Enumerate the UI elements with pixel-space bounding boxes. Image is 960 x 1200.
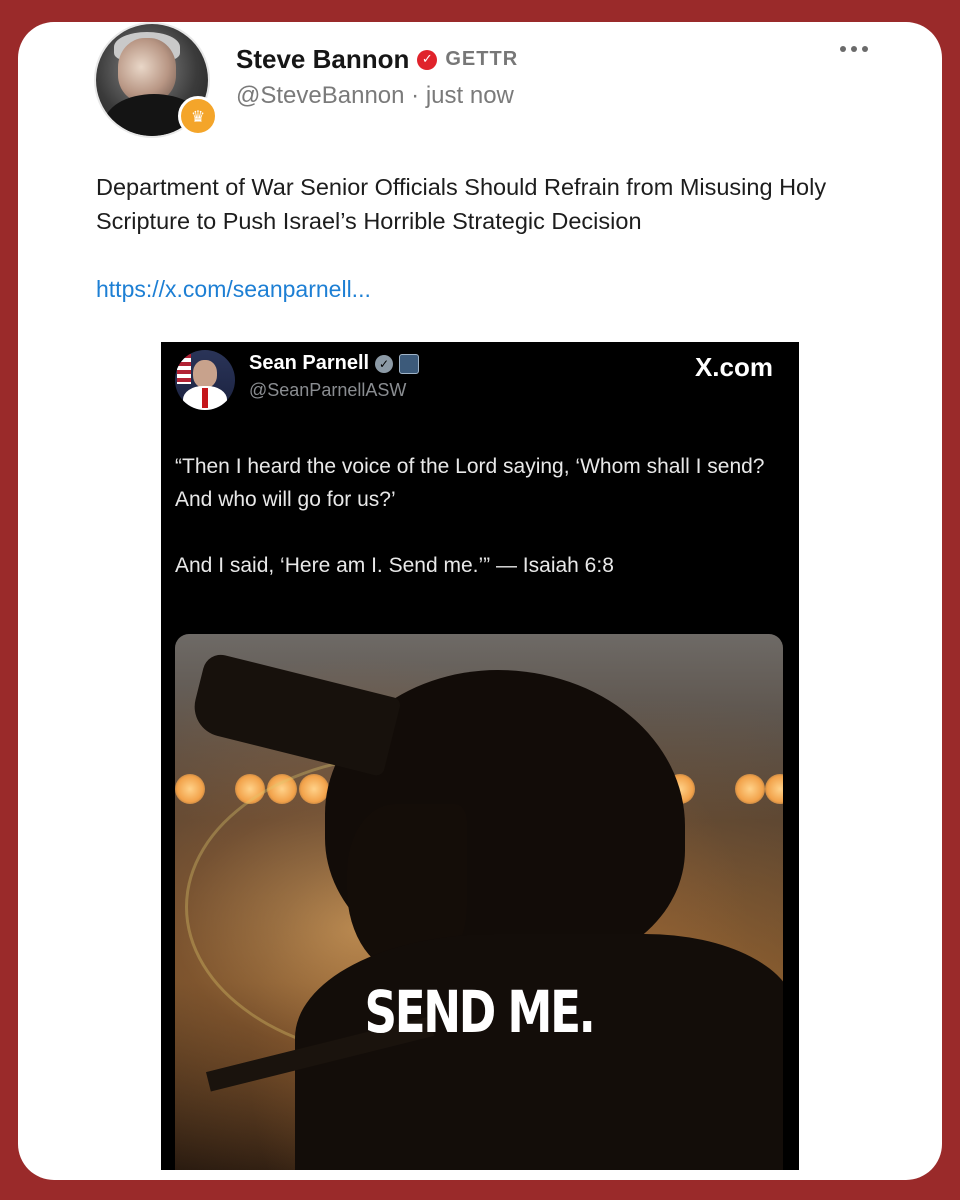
embed-quote-line2: And I said, ‘Here am I. Send me.’” — Isa… — [175, 554, 614, 577]
more-options-icon[interactable] — [840, 46, 868, 52]
embed-avatar-tie — [202, 388, 208, 408]
embed-author-handle: @SeanParnellASW — [249, 380, 407, 400]
soldier-photo: SEND ME. — [175, 634, 783, 1170]
bokeh-light — [175, 774, 205, 804]
verified-badge-icon: ✓ — [417, 49, 438, 70]
embed-avatar-face — [193, 360, 217, 388]
separator-dot: · — [411, 82, 420, 109]
embed-quote: “Then I heard the voice of the Lord sayi… — [175, 450, 787, 615]
post-text: Department of War Senior Officials Shoul… — [96, 174, 827, 234]
image-caption: SEND ME. — [364, 978, 595, 1046]
author-handle[interactable]: @SteveBannon — [236, 82, 404, 109]
post-time: just now — [425, 82, 514, 109]
dot — [862, 46, 868, 52]
embed-verified-icon: ✓ — [375, 354, 394, 373]
author-name[interactable]: Steve Bannon — [236, 44, 409, 75]
night-vision-goggles — [188, 650, 402, 778]
flag-icon — [177, 354, 191, 384]
embed-site-label: X.com — [694, 352, 773, 382]
embedded-screenshot[interactable]: Sean Parnell ✓ @SeanParnellASW X.com “Th… — [161, 342, 799, 1170]
government-seal-icon — [399, 353, 420, 374]
author-name-row: Steve Bannon ✓ GETTR — [236, 44, 518, 75]
embed-author-avatar — [175, 350, 235, 410]
author-handle-row: @SteveBannon · just now — [236, 82, 514, 110]
embed-author-name: Sean Parnell — [249, 352, 370, 374]
post-link[interactable]: https://x.com/seanparnell... — [96, 276, 371, 303]
dot — [851, 46, 857, 52]
bokeh-light — [765, 774, 783, 804]
platform-label: GETTR — [445, 48, 519, 70]
post-card: ♛ Steve Bannon ✓ GETTR @SteveBannon · ju… — [18, 22, 942, 1180]
dot — [840, 46, 846, 52]
crown-badge-icon: ♛ — [178, 96, 218, 136]
avatar-face — [118, 38, 176, 102]
bokeh-light — [735, 774, 765, 804]
embed-name-row: Sean Parnell ✓ — [249, 352, 420, 375]
embed-quote-line1: “Then I heard the voice of the Lord sayi… — [175, 455, 765, 511]
